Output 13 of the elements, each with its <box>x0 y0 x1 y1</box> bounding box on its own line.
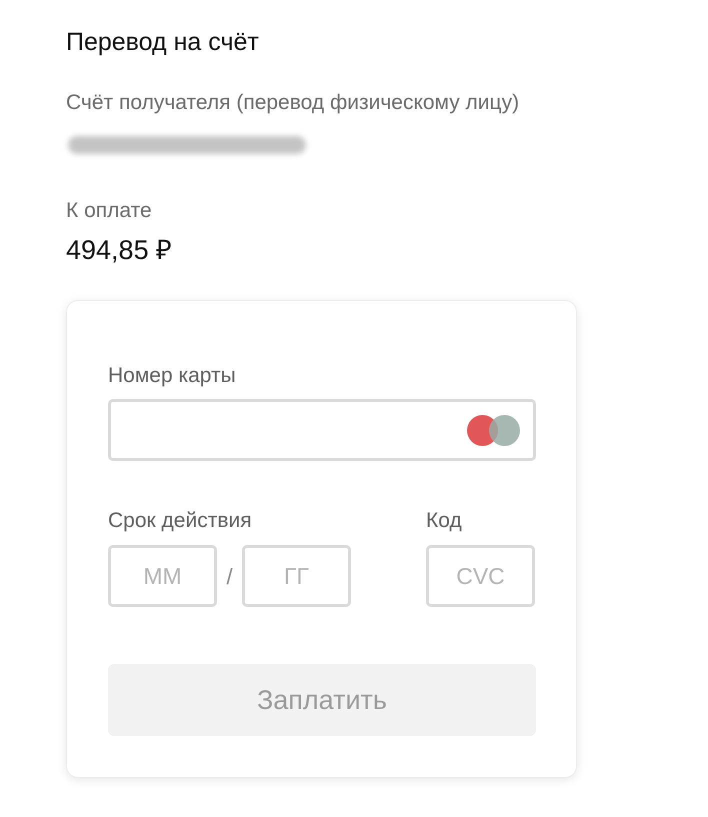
amount-value: 494,85 ₽ <box>66 234 172 267</box>
code-label: Код <box>426 508 462 534</box>
card-number-label: Номер карты <box>108 363 236 389</box>
amount-label: К оплате <box>66 198 152 224</box>
recipient-label: Счёт получателя (перевод физическому лицу) <box>66 90 520 116</box>
overlapping-circles-icon <box>467 414 520 446</box>
cvc-input[interactable]: CVC <box>426 545 535 607</box>
date-separator: / <box>225 562 234 590</box>
year-input[interactable]: ГГ <box>242 545 351 607</box>
month-input[interactable]: ММ <box>108 545 217 607</box>
card-number-field[interactable] <box>108 399 536 461</box>
page-title: Перевод на счёт <box>66 27 259 58</box>
expiry-label: Срок действия <box>108 508 252 534</box>
